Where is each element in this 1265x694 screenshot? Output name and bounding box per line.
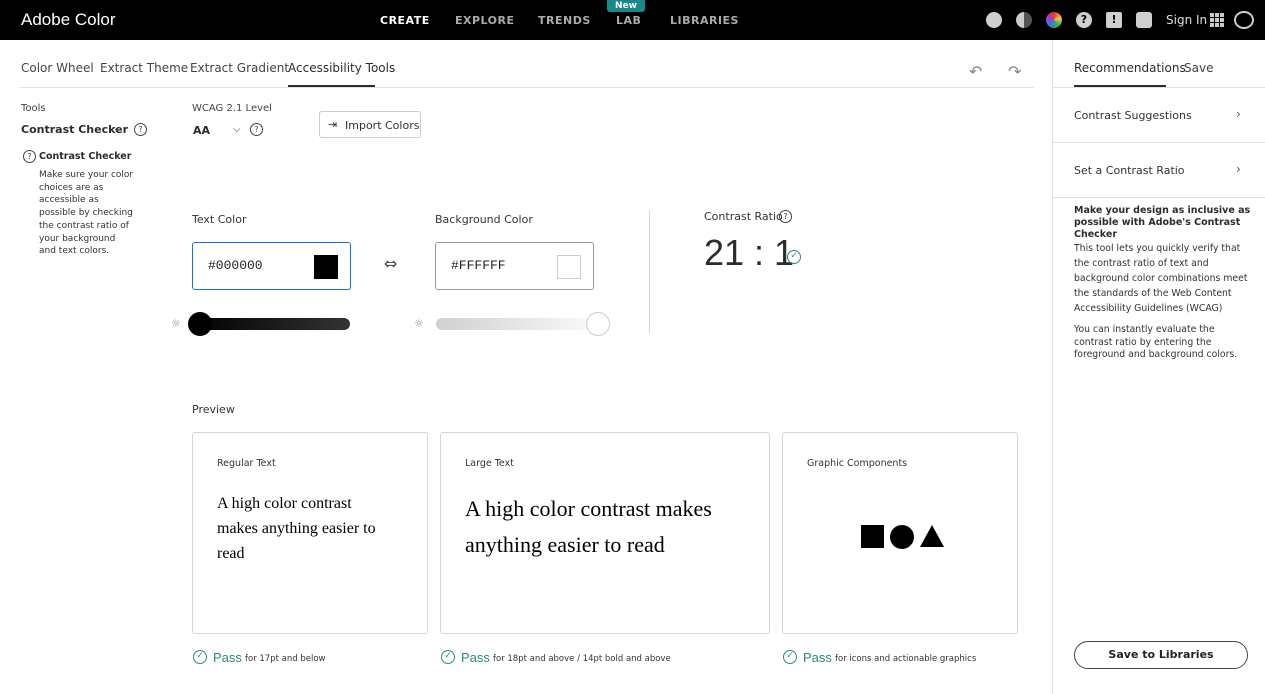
swap-colors-icon[interactable]: ⇔ (384, 254, 397, 273)
contrast-suggestions-row[interactable]: Contrast Suggestions (1074, 109, 1192, 122)
color-wheel-icon[interactable] (1046, 12, 1062, 28)
nav-explore[interactable]: EXPLORE (455, 14, 515, 27)
undo-icon[interactable]: ↶ (969, 62, 982, 81)
text-color-label: Text Color (192, 213, 247, 226)
save-to-libraries-button[interactable]: Save to Libraries (1074, 641, 1248, 669)
pass-note: for 17pt and below (245, 654, 326, 664)
pass-label: Pass (213, 650, 242, 665)
contrast-checker-info-title: Contrast Checker (39, 151, 132, 162)
nav-lab[interactable]: LAB (616, 14, 641, 27)
text-color-hex[interactable]: #000000 (208, 258, 263, 273)
recommendations-panel: Recommendations Save Contrast Suggestion… (1052, 40, 1265, 694)
import-colors-label: Import Colors (345, 119, 420, 132)
theme-toggle-icon[interactable] (1016, 12, 1032, 28)
info-paragraph-2: You can instantly evaluate the contrast … (1074, 324, 1238, 361)
star-icon[interactable] (986, 12, 1002, 28)
help-icon[interactable]: ? (1076, 12, 1092, 28)
tab-color-wheel[interactable]: Color Wheel (21, 61, 94, 75)
tab-recommendations[interactable]: Recommendations (1074, 61, 1186, 75)
chevron-right-icon[interactable]: › (1236, 107, 1241, 121)
feedback-icon[interactable]: ! (1106, 12, 1122, 28)
redo-icon[interactable]: ↷ (1008, 62, 1021, 81)
graphic-components-card: Graphic Components (782, 432, 1018, 634)
text-brightness-slider[interactable] (190, 318, 350, 330)
regular-text-card: Regular Text A high color contrast makes… (192, 432, 428, 634)
background-color-label: Background Color (435, 213, 533, 226)
new-badge: New (607, 0, 645, 12)
tools-dropdown[interactable]: Contrast Checker (21, 123, 128, 136)
tab-extract-gradient[interactable]: Extract Gradient (190, 61, 289, 75)
check-circle-icon: ✓ (193, 650, 207, 664)
sign-in-link[interactable]: Sign In (1166, 13, 1207, 27)
tab-save[interactable]: Save (1184, 61, 1213, 75)
divider (1053, 142, 1265, 143)
help-icon[interactable]: ? (134, 123, 147, 136)
nav-libraries[interactable]: LIBRARIES (670, 14, 739, 27)
apps-grid-icon[interactable] (1210, 13, 1224, 27)
tab-accessibility-tools[interactable]: Accessibility Tools (288, 61, 395, 75)
chevron-right-icon[interactable]: › (1236, 162, 1241, 176)
help-icon[interactable]: ? (779, 210, 792, 223)
large-text-sample: A high color contrast makes anything eas… (465, 496, 712, 557)
brightness-icon: ☼ (414, 317, 424, 330)
chevron-down-icon[interactable]: ⌵ (114, 124, 122, 135)
contrast-ratio-label: Contrast Ratio (704, 210, 783, 223)
background-color-hex[interactable]: #FFFFFF (451, 258, 506, 273)
app-logo[interactable]: Adobe Color (21, 10, 116, 30)
circle-shape-icon (890, 525, 914, 549)
card-title: Regular Text (217, 458, 276, 469)
pass-note: for 18pt and above / 14pt bold and above (493, 654, 671, 664)
import-icon: ⇥ (328, 118, 338, 131)
info-heading: Make your design as inclusive as possibl… (1074, 205, 1251, 240)
text-color-input[interactable]: #000000 (192, 242, 351, 290)
background-color-input[interactable]: #FFFFFF (435, 242, 594, 290)
divider (1053, 197, 1265, 198)
check-circle-icon: ✓ (783, 650, 797, 664)
top-navigation-bar: Adobe Color CREATE EXPLORE TRENDS New LA… (0, 0, 1265, 40)
tabs-divider (20, 87, 1034, 88)
background-brightness-slider[interactable] (436, 318, 596, 330)
check-circle-icon: ✓ (441, 650, 455, 664)
import-colors-button[interactable]: ⇥ Import Colors (319, 111, 421, 138)
contrast-ratio-value: 21 : 1 (704, 232, 795, 273)
text-color-swatch[interactable] (314, 255, 338, 279)
brightness-icon: ☼ (171, 317, 181, 330)
square-shape-icon (861, 525, 884, 548)
background-color-swatch[interactable] (557, 255, 581, 279)
pass-note: for icons and actionable graphics (835, 654, 977, 664)
card-title: Graphic Components (807, 458, 908, 469)
regular-text-sample: A high color contrast makes anything eas… (217, 495, 376, 562)
pass-label: Pass (803, 650, 832, 665)
wcag-level-label: WCAG 2.1 Level (192, 103, 272, 114)
help-icon[interactable]: ? (250, 123, 263, 136)
card-title: Large Text (465, 458, 514, 469)
tools-label: Tools (21, 103, 46, 114)
large-text-card: Large Text A high color contrast makes a… (440, 432, 770, 634)
pass-label: Pass (461, 650, 490, 665)
info-icon: ? (23, 150, 36, 163)
preview-label: Preview (192, 403, 235, 416)
creative-cloud-icon[interactable] (1234, 11, 1254, 29)
vertical-divider (649, 210, 650, 333)
chat-icon[interactable] (1136, 12, 1152, 28)
nav-trends[interactable]: TRENDS (538, 14, 591, 27)
triangle-shape-icon (920, 525, 944, 547)
tab-extract-theme[interactable]: Extract Theme (100, 61, 188, 75)
info-paragraph-1: This tool lets you quickly verify that t… (1074, 243, 1248, 314)
nav-create[interactable]: CREATE (380, 14, 430, 27)
contrast-checker-info-desc: Make sure your color choices are as acce… (39, 170, 134, 257)
wcag-level-dropdown[interactable]: AA (193, 124, 210, 137)
set-contrast-ratio-row[interactable]: Set a Contrast Ratio (1074, 164, 1185, 177)
chevron-down-icon[interactable]: ⌵ (233, 124, 241, 135)
divider (1053, 87, 1265, 88)
check-circle-icon: ✓ (787, 250, 801, 264)
background-slider-thumb[interactable] (586, 312, 610, 336)
text-slider-thumb[interactable] (188, 312, 212, 336)
